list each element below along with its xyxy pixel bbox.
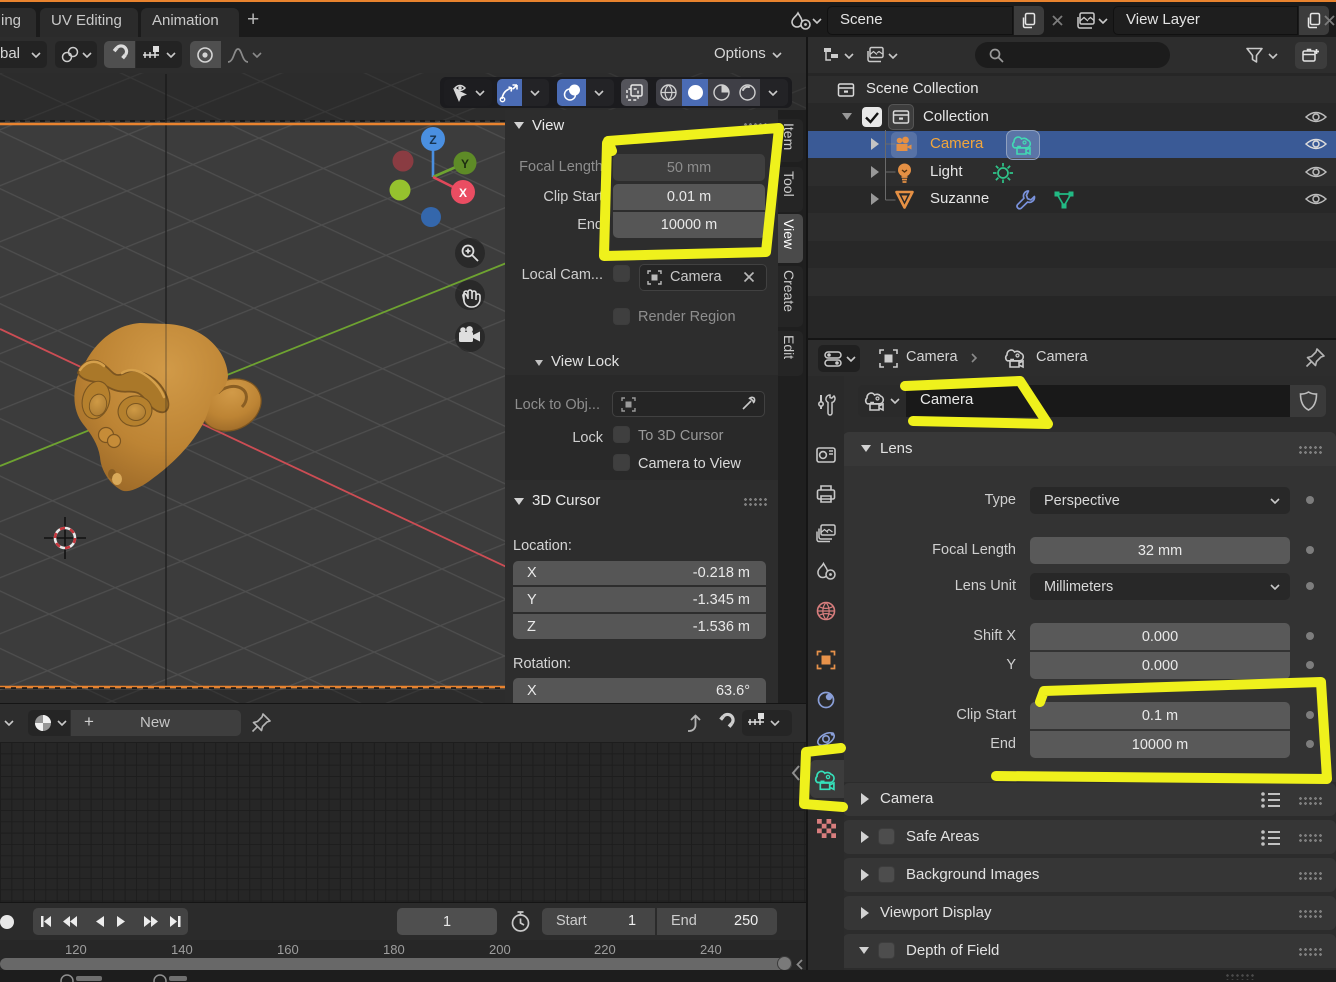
svg-text:Z: Z — [429, 133, 436, 147]
svg-text:Y: Y — [461, 157, 469, 171]
svg-text:X: X — [459, 186, 467, 200]
